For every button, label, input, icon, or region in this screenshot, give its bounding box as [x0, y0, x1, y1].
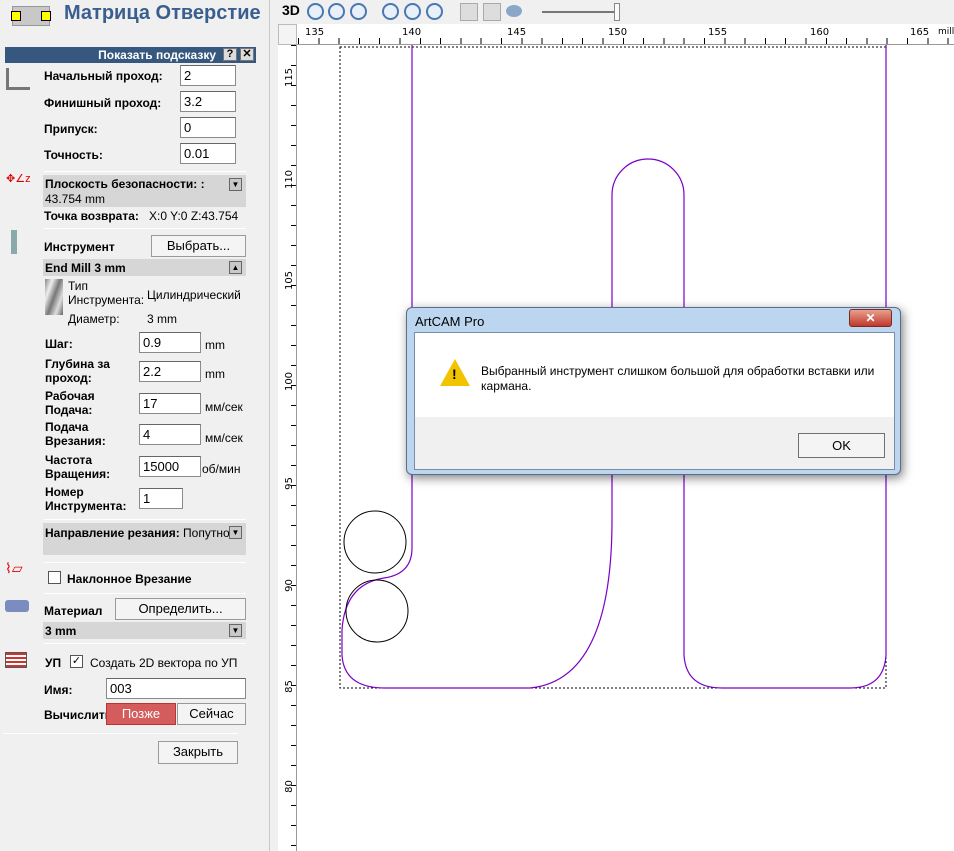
ruler-tick-label: 155	[708, 27, 728, 38]
circle-vector	[345, 579, 409, 643]
dialog-title: ArtCAM Pro	[415, 314, 485, 329]
ruler-tick-label: 160	[810, 27, 830, 38]
ruler-tick-label: 115	[284, 67, 296, 88]
dialog-message: Выбранный инструмент слишком большой для…	[481, 364, 875, 393]
vertical-ruler	[278, 45, 297, 851]
ruler-tick-label: 110	[284, 169, 296, 190]
dialog-close-button[interactable]: ✕	[849, 309, 892, 327]
ruler-tick-label: 165	[910, 27, 930, 38]
ruler-corner[interactable]	[278, 24, 297, 45]
ruler-unit: milli	[938, 27, 954, 37]
horizontal-ruler: 135 140 145 150 155 160 165 milli	[278, 24, 954, 45]
ruler-tick-label: 140	[402, 27, 422, 38]
ruler-tick-label: 85	[283, 680, 295, 693]
error-dialog: ArtCAM Pro ✕ ! Выбранный инструмент слиш…	[406, 307, 901, 475]
ruler-tick-label: 80	[283, 780, 295, 793]
ok-button[interactable]: OK	[798, 433, 885, 458]
circle-vector	[343, 510, 407, 574]
ruler-tick-label: 150	[608, 27, 628, 38]
warning-icon: !	[440, 359, 470, 386]
ruler-tick-label: 95	[283, 477, 295, 490]
ruler-tick-label: 145	[507, 27, 527, 38]
ruler-tick-label: 135	[305, 27, 325, 38]
ruler-tick-label: 105	[284, 270, 296, 291]
ruler-tick-label: 90	[283, 579, 295, 592]
ruler-tick-label: 100	[284, 371, 296, 392]
